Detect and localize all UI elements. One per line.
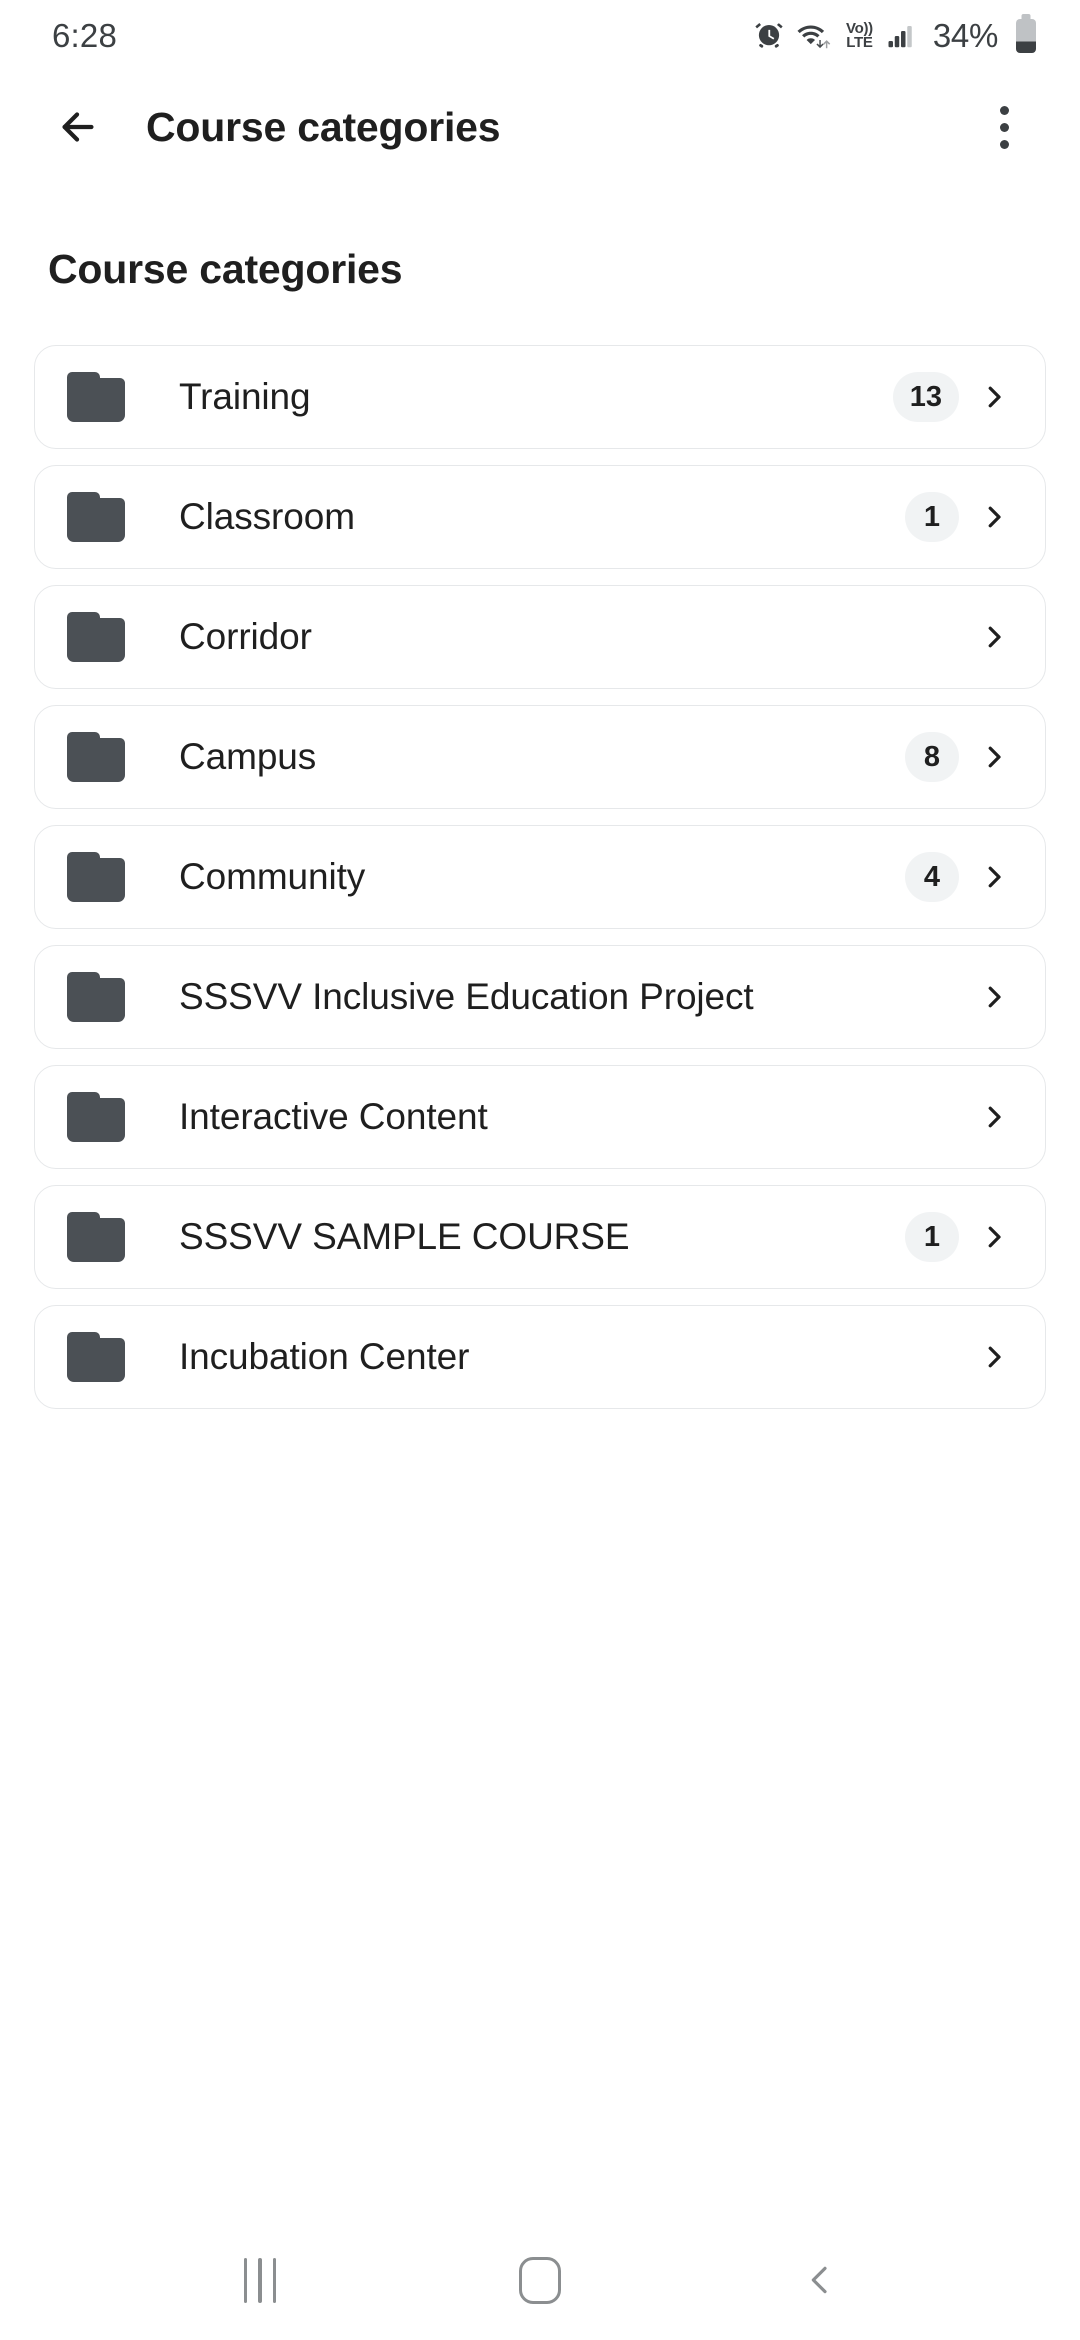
status-icons-group: Vo)) LTE 34% xyxy=(754,17,1036,55)
chevron-right-icon[interactable] xyxy=(977,1090,1011,1144)
folder-icon xyxy=(67,972,125,1022)
chevron-right-icon[interactable] xyxy=(977,370,1011,424)
category-name: Campus xyxy=(179,736,317,777)
category-name: SSSVV Inclusive Education Project xyxy=(179,976,754,1017)
status-time: 6:28 xyxy=(52,17,118,54)
chevron-right-icon[interactable] xyxy=(977,850,1011,904)
folder-icon xyxy=(67,1212,125,1262)
battery-percent-label: 34% xyxy=(932,17,998,54)
folder-icon xyxy=(67,1092,125,1142)
chevron-right-icon[interactable] xyxy=(977,1210,1011,1264)
home-icon[interactable] xyxy=(480,2220,600,2340)
category-row-training[interactable]: Training 13 xyxy=(34,345,1046,449)
category-count-badge: 8 xyxy=(905,732,959,782)
wifi-icon xyxy=(797,21,833,51)
nav-back-icon[interactable] xyxy=(760,2220,880,2340)
category-name: Community xyxy=(179,856,366,897)
page-title: Course categories xyxy=(146,103,501,150)
app-toolbar: Course categories xyxy=(0,72,1080,182)
status-bar: 6:28 Vo)) LTE 34% xyxy=(0,0,1080,72)
chevron-right-icon[interactable] xyxy=(977,730,1011,784)
chevron-right-icon[interactable] xyxy=(977,610,1011,664)
section-heading: Course categories xyxy=(48,246,403,292)
category-row-campus[interactable]: Campus 8 xyxy=(34,705,1046,809)
alarm-icon xyxy=(754,21,784,51)
category-name: Incubation Center xyxy=(179,1336,470,1377)
category-count-badge: 4 xyxy=(905,852,959,902)
category-name: Training xyxy=(179,376,311,417)
category-count-badge: 1 xyxy=(905,492,959,542)
category-name: SSSVV SAMPLE COURSE xyxy=(179,1216,630,1257)
chevron-right-icon[interactable] xyxy=(977,970,1011,1024)
category-row-interactive-content[interactable]: Interactive Content xyxy=(34,1065,1046,1169)
folder-icon xyxy=(67,372,125,422)
folder-icon xyxy=(67,732,125,782)
category-name: Classroom xyxy=(179,496,355,537)
category-name: Corridor xyxy=(179,616,312,657)
course-categories-list: Training 13 Classroom 1 Corridor Campus … xyxy=(0,293,1080,2220)
volte-icon: Vo)) LTE xyxy=(846,21,873,51)
category-row-incubation-center[interactable]: Incubation Center xyxy=(34,1305,1046,1409)
system-navigation-bar xyxy=(0,2220,1080,2340)
signal-icon xyxy=(886,21,916,51)
folder-icon xyxy=(67,852,125,902)
folder-icon xyxy=(67,492,125,542)
recents-icon[interactable] xyxy=(200,2220,320,2340)
back-arrow-icon[interactable] xyxy=(42,91,114,163)
volte-bottom-label: LTE xyxy=(846,34,873,51)
more-vertical-icon[interactable] xyxy=(974,91,1034,163)
folder-icon xyxy=(67,612,125,662)
category-row-community[interactable]: Community 4 xyxy=(34,825,1046,929)
category-row-corridor[interactable]: Corridor xyxy=(34,585,1046,689)
category-row-sssvv-sample-course[interactable]: SSSVV SAMPLE COURSE 1 xyxy=(34,1185,1046,1289)
category-count-badge: 1 xyxy=(905,1212,959,1262)
category-count-badge: 13 xyxy=(892,372,959,422)
battery-icon xyxy=(1016,19,1036,53)
chevron-right-icon[interactable] xyxy=(977,1330,1011,1384)
category-row-sssvv-inclusive-education-project[interactable]: SSSVV Inclusive Education Project xyxy=(34,945,1046,1049)
category-name: Interactive Content xyxy=(179,1096,488,1137)
category-row-classroom[interactable]: Classroom 1 xyxy=(34,465,1046,569)
folder-icon xyxy=(67,1332,125,1382)
chevron-right-icon[interactable] xyxy=(977,490,1011,544)
